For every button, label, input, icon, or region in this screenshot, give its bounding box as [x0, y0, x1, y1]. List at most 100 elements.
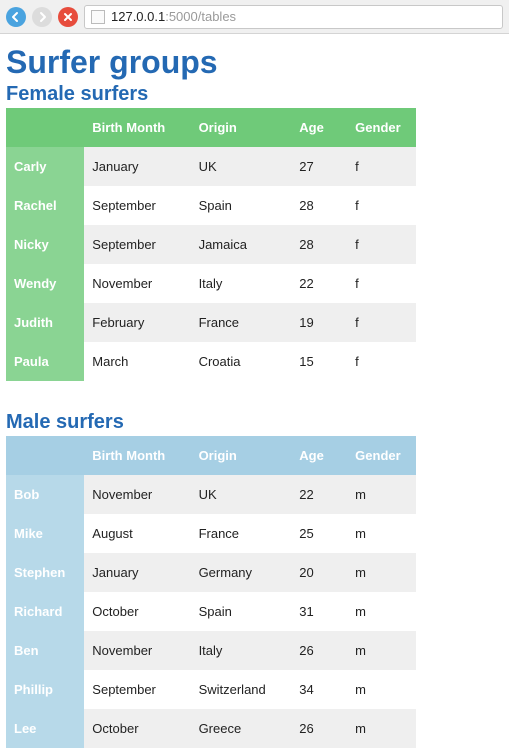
cell-origin: Switzerland: [191, 670, 292, 709]
female-tbody: CarlyJanuaryUK27fRachelSeptemberSpain28f…: [6, 147, 416, 381]
row-name: Paula: [6, 342, 84, 381]
table-header-row: Birth Month Origin Age Gender: [6, 108, 416, 147]
cell-age: 31: [291, 592, 347, 631]
cell-origin: UK: [191, 475, 292, 514]
arrow-left-icon: [10, 11, 22, 23]
table-header-row: Birth Month Origin Age Gender: [6, 436, 416, 475]
url-text: 127.0.0.1:5000/tables: [111, 9, 236, 24]
row-name: Stephen: [6, 553, 84, 592]
cell-origin: Italy: [191, 264, 292, 303]
cell-origin: Spain: [191, 186, 292, 225]
cell-age: 25: [291, 514, 347, 553]
table-row: LeeOctoberGreece26m: [6, 709, 416, 748]
col-blank: [6, 436, 84, 475]
table-row: RichardOctoberSpain31m: [6, 592, 416, 631]
cell-gender: m: [347, 709, 416, 748]
col-birth-month: Birth Month: [84, 108, 190, 147]
table-row: PhillipSeptemberSwitzerland34m: [6, 670, 416, 709]
col-age: Age: [291, 436, 347, 475]
cell-birth_month: September: [84, 670, 190, 709]
cell-origin: France: [191, 514, 292, 553]
cell-birth_month: March: [84, 342, 190, 381]
table-row: RachelSeptemberSpain28f: [6, 186, 416, 225]
col-blank: [6, 108, 84, 147]
cell-gender: f: [347, 225, 416, 264]
table-row: StephenJanuaryGermany20m: [6, 553, 416, 592]
table-row: CarlyJanuaryUK27f: [6, 147, 416, 186]
cell-origin: Jamaica: [191, 225, 292, 264]
cell-birth_month: September: [84, 225, 190, 264]
cell-age: 26: [291, 709, 347, 748]
page-title: Surfer groups: [6, 44, 503, 81]
cell-age: 15: [291, 342, 347, 381]
cell-origin: Spain: [191, 592, 292, 631]
cell-birth_month: January: [84, 147, 190, 186]
male-surfers-table: Birth Month Origin Age Gender BobNovembe…: [6, 436, 416, 748]
cell-birth_month: January: [84, 553, 190, 592]
page-icon: [91, 10, 105, 24]
cell-gender: m: [347, 592, 416, 631]
arrow-right-icon: [36, 11, 48, 23]
row-name: Bob: [6, 475, 84, 514]
url-host: 127.0.0.1: [111, 9, 165, 24]
table-row: NickySeptemberJamaica28f: [6, 225, 416, 264]
cell-origin: Germany: [191, 553, 292, 592]
col-birth-month: Birth Month: [84, 436, 190, 475]
cell-birth_month: November: [84, 264, 190, 303]
cell-age: 22: [291, 264, 347, 303]
section-heading-male: Male surfers: [6, 411, 503, 434]
address-bar[interactable]: 127.0.0.1:5000/tables: [84, 5, 503, 29]
row-name: Lee: [6, 709, 84, 748]
row-name: Ben: [6, 631, 84, 670]
table-row: BobNovemberUK22m: [6, 475, 416, 514]
row-name: Nicky: [6, 225, 84, 264]
cell-age: 26: [291, 631, 347, 670]
cell-gender: m: [347, 631, 416, 670]
cell-gender: m: [347, 514, 416, 553]
row-name: Mike: [6, 514, 84, 553]
close-icon: [63, 12, 73, 22]
cell-birth_month: February: [84, 303, 190, 342]
cell-age: 19: [291, 303, 347, 342]
cell-origin: Greece: [191, 709, 292, 748]
col-gender: Gender: [347, 108, 416, 147]
cell-gender: f: [347, 342, 416, 381]
cell-age: 20: [291, 553, 347, 592]
section-heading-female: Female surfers: [6, 83, 503, 106]
row-name: Judith: [6, 303, 84, 342]
cell-gender: f: [347, 147, 416, 186]
back-button[interactable]: [6, 7, 26, 27]
cell-age: 22: [291, 475, 347, 514]
cell-birth_month: August: [84, 514, 190, 553]
cell-gender: f: [347, 303, 416, 342]
cell-birth_month: September: [84, 186, 190, 225]
cell-age: 27: [291, 147, 347, 186]
col-gender: Gender: [347, 436, 416, 475]
page-content: Surfer groups Female surfers Birth Month…: [0, 34, 509, 748]
cell-gender: m: [347, 670, 416, 709]
cell-age: 34: [291, 670, 347, 709]
col-origin: Origin: [191, 436, 292, 475]
table-row: WendyNovemberItaly22f: [6, 264, 416, 303]
cell-age: 28: [291, 225, 347, 264]
row-name: Rachel: [6, 186, 84, 225]
male-tbody: BobNovemberUK22mMikeAugustFrance25mSteph…: [6, 475, 416, 748]
female-surfers-table: Birth Month Origin Age Gender CarlyJanua…: [6, 108, 416, 381]
cell-origin: UK: [191, 147, 292, 186]
row-name: Richard: [6, 592, 84, 631]
cell-origin: France: [191, 303, 292, 342]
forward-button[interactable]: [32, 7, 52, 27]
stop-button[interactable]: [58, 7, 78, 27]
table-row: PaulaMarchCroatia15f: [6, 342, 416, 381]
row-name: Phillip: [6, 670, 84, 709]
cell-origin: Italy: [191, 631, 292, 670]
browser-toolbar: 127.0.0.1:5000/tables: [0, 0, 509, 34]
cell-gender: m: [347, 475, 416, 514]
cell-age: 28: [291, 186, 347, 225]
cell-gender: m: [347, 553, 416, 592]
row-name: Wendy: [6, 264, 84, 303]
table-row: JudithFebruaryFrance19f: [6, 303, 416, 342]
url-path: :5000/tables: [165, 9, 236, 24]
cell-origin: Croatia: [191, 342, 292, 381]
col-origin: Origin: [191, 108, 292, 147]
